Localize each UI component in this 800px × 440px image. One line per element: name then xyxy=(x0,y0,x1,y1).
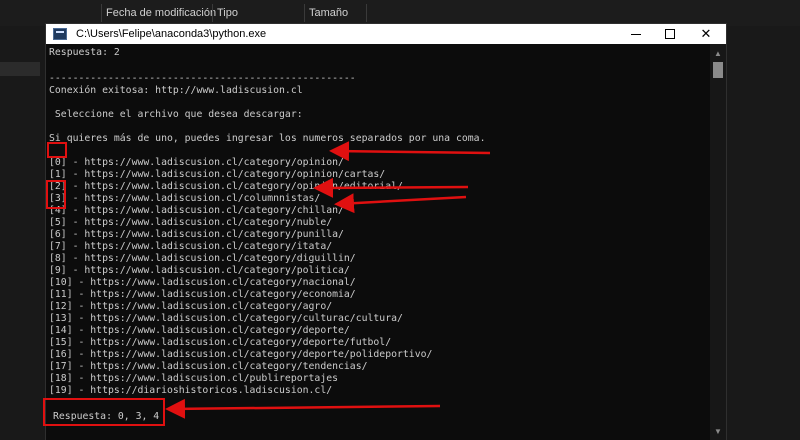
arrow-icon xyxy=(329,141,491,162)
arrow-icon xyxy=(334,193,467,214)
annotation-arrows xyxy=(165,141,491,419)
arrow-icon xyxy=(165,398,441,419)
arrow-icon xyxy=(313,177,469,198)
